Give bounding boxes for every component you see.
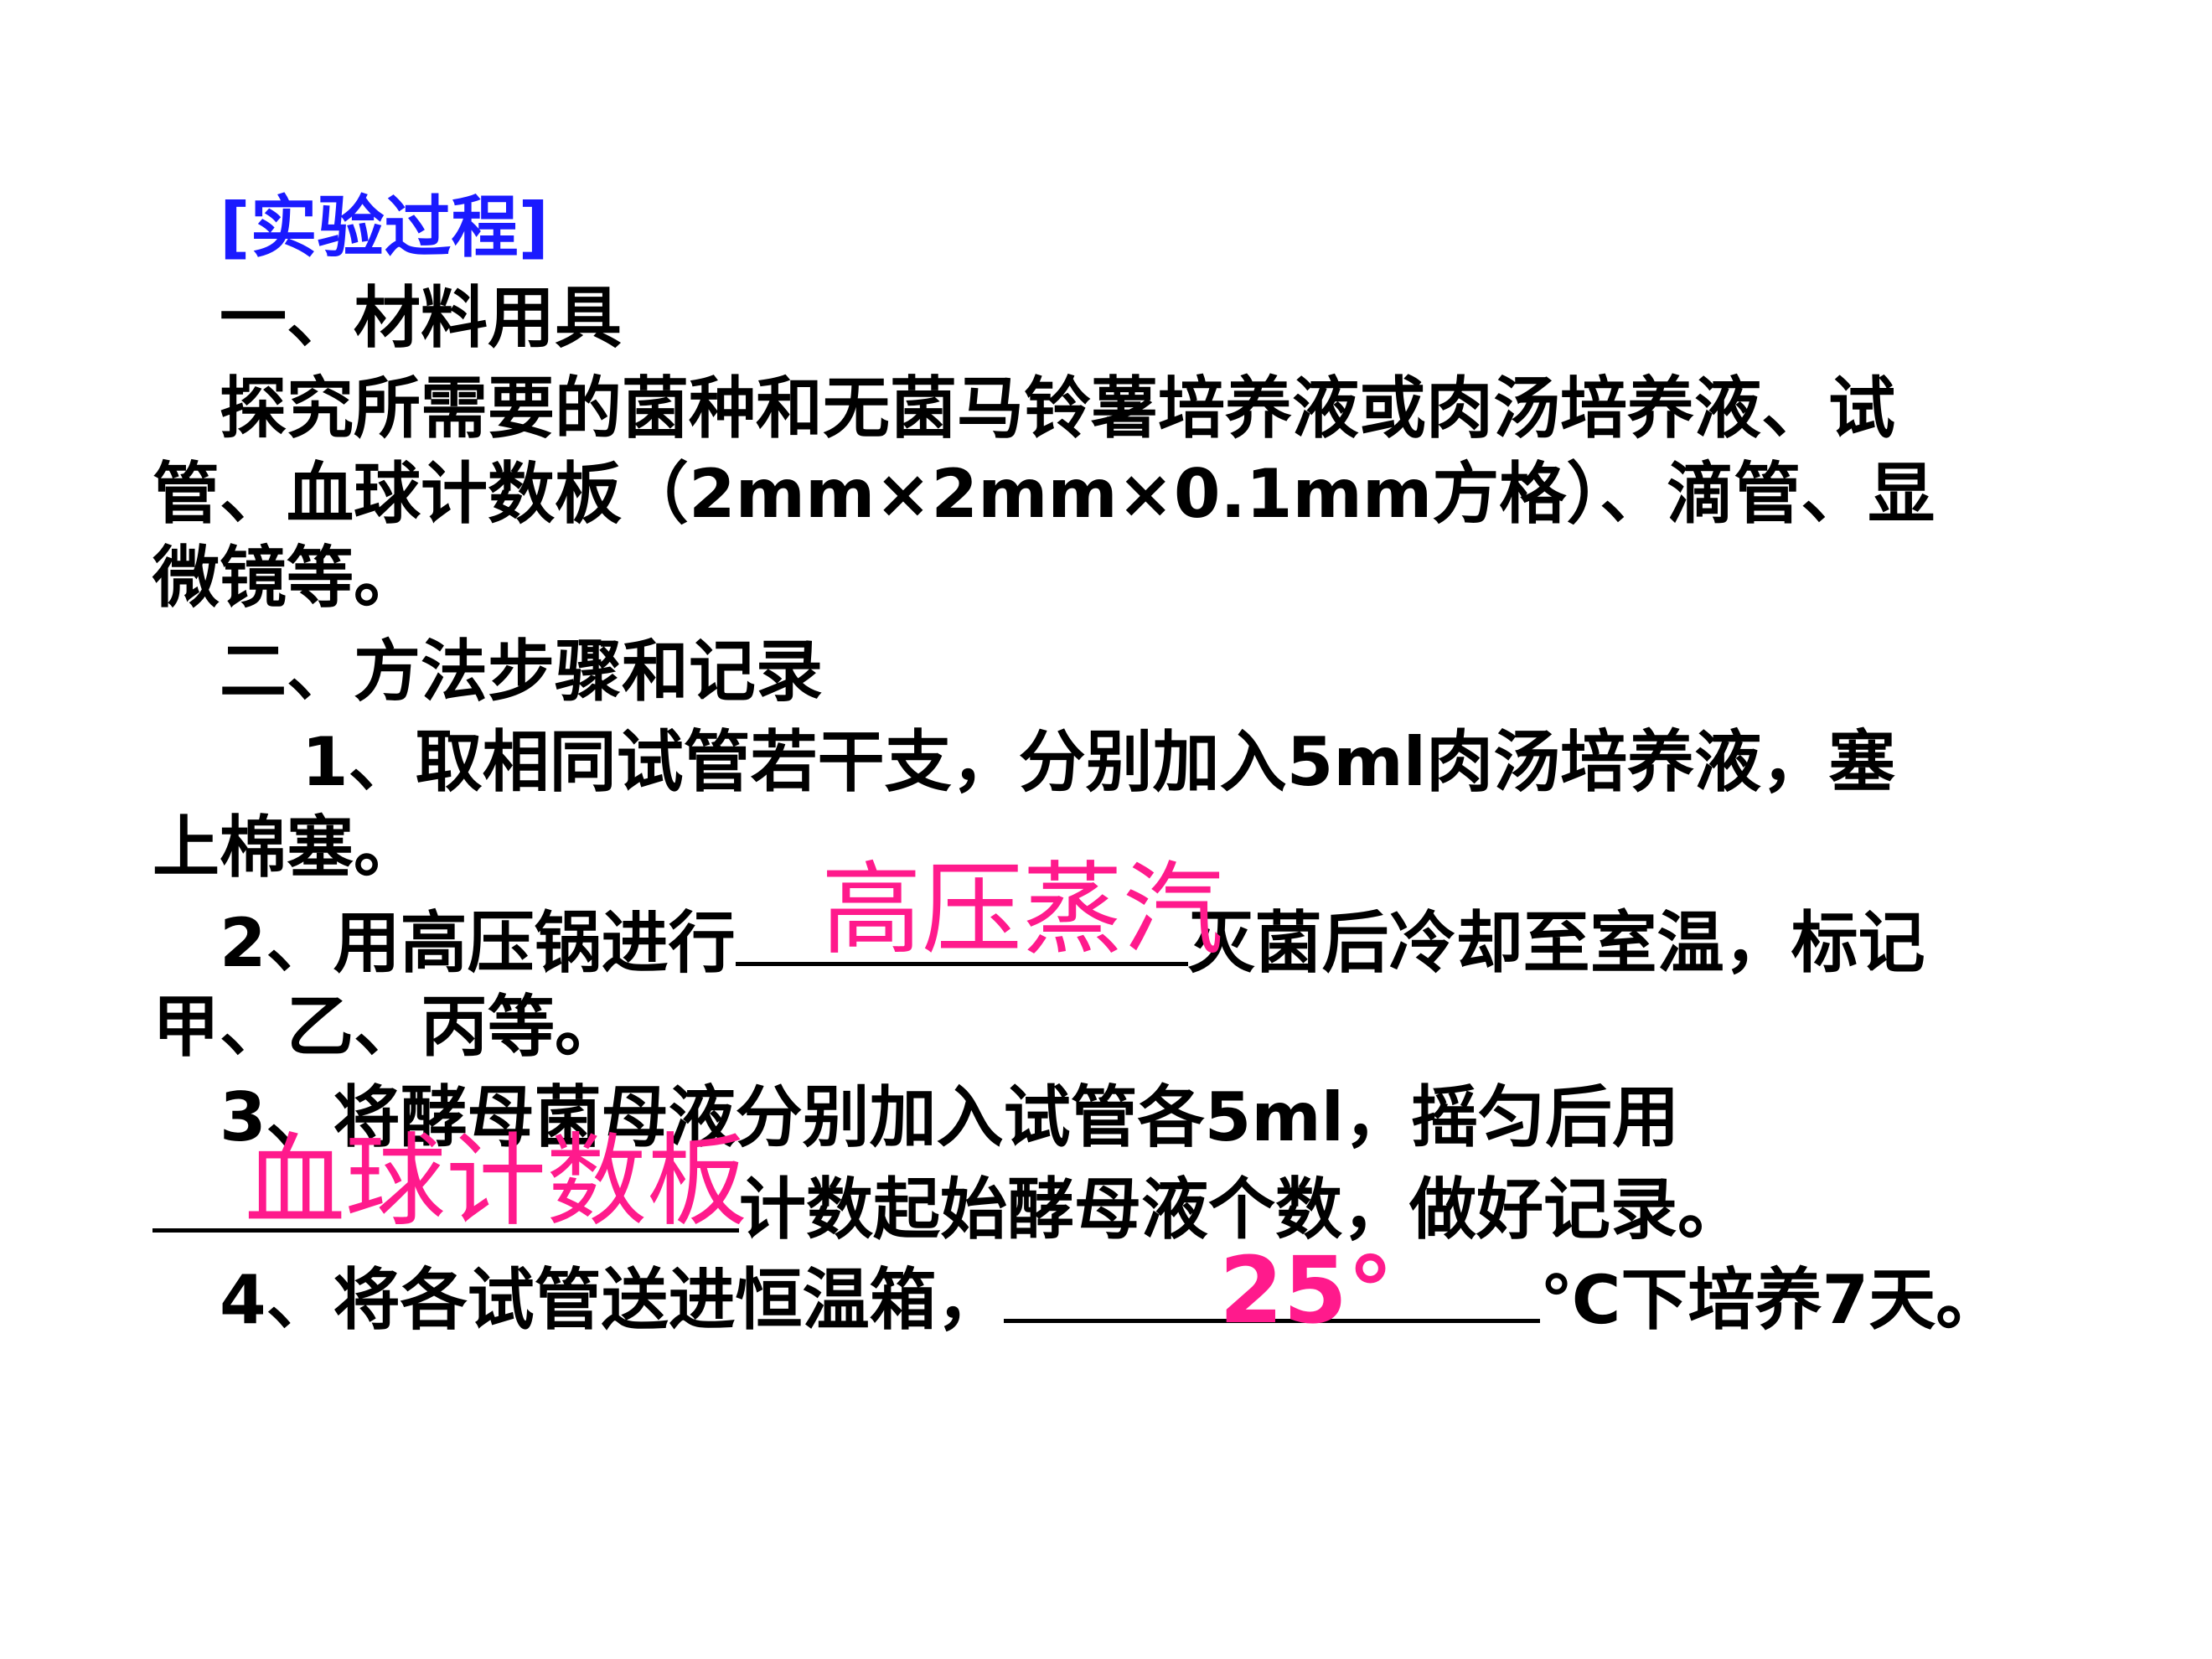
materials-text-line-1: 探究所需要的菌种和无菌马铃薯培养液或肉汤培养液、试 <box>220 370 1895 447</box>
step2-suffix: 灭菌后冷却至室温，标记 <box>1187 904 1925 982</box>
step1-line-2: 上棉塞。 <box>152 809 421 886</box>
section-heading: [实验过程] <box>220 189 550 266</box>
step3-answer: 血球计数板 <box>245 1124 747 1240</box>
step2-prefix: 2、用高压锅进行 <box>220 904 736 982</box>
step4-answer: 25° <box>1219 1237 1394 1344</box>
step4-suffix: ℃下培养7天。 <box>1539 1261 2003 1339</box>
methods-title: 二、方法步骤和记录 <box>220 633 823 711</box>
step2-line-2: 甲、乙、丙等。 <box>152 988 622 1066</box>
step4-line: 4、将各试管送进恒温箱， ℃下培养7天。 <box>220 1253 2003 1342</box>
step2-answer: 高压蒸汽 <box>821 852 1223 969</box>
slide: [实验过程] 一、材料用具 探究所需要的菌种和无菌马铃薯培养液或肉汤培养液、试 … <box>0 0 2212 1659</box>
step1-line-1: 1、取相同试管若干支，分别加入5ml肉汤培养液，塞 <box>302 723 1896 801</box>
materials-text-line-3: 微镜等。 <box>152 539 421 617</box>
materials-title: 一、材料用具 <box>220 279 622 357</box>
step4-prefix: 4、将各试管送进恒温箱， <box>220 1261 1004 1339</box>
materials-text-line-2: 管、血球计数板（2mm×2mm×0.1mm方格）、滴管、显 <box>152 455 1936 533</box>
